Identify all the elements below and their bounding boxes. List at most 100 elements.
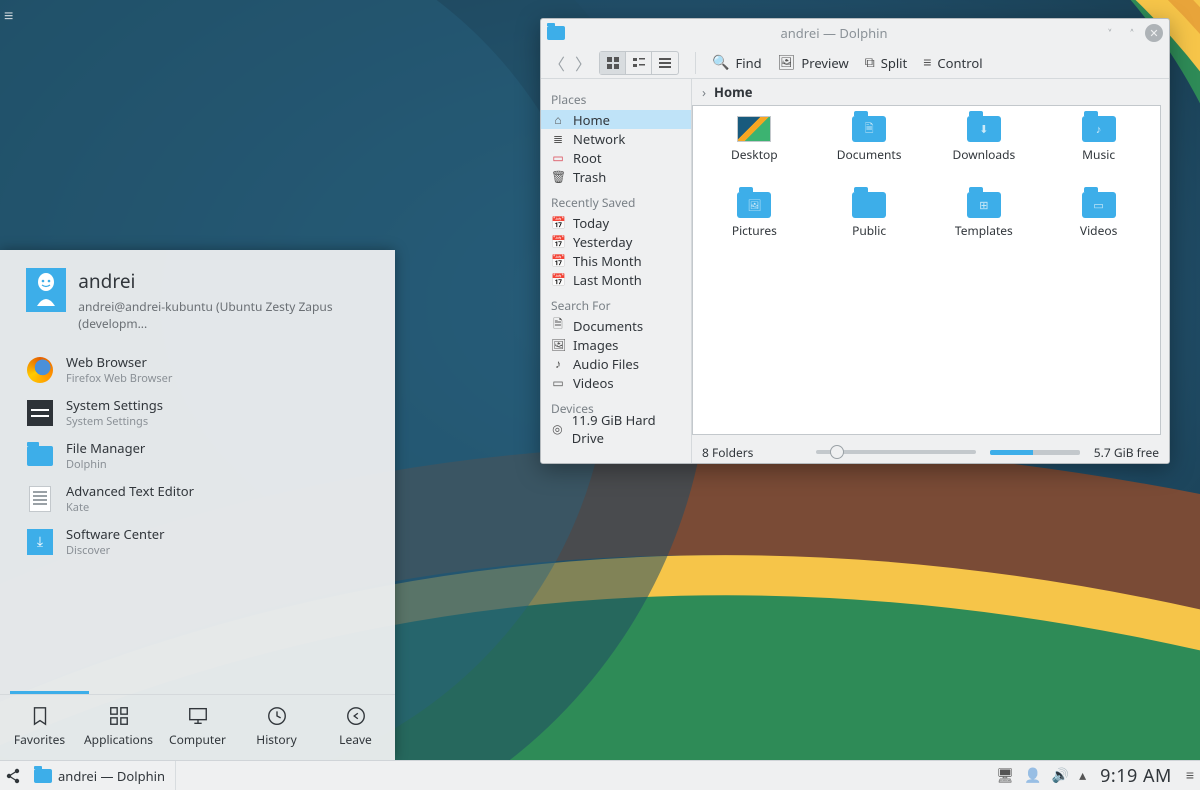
- recent-yesterday[interactable]: 📅Yesterday: [541, 232, 691, 251]
- folder-pictures[interactable]: 🖼Pictures: [697, 192, 812, 264]
- recent-label: Today: [573, 214, 609, 232]
- launcher-tab-label: Computer: [169, 731, 226, 748]
- search-icon: 🔍: [712, 53, 729, 72]
- folder-icon: 🖼: [737, 192, 771, 218]
- folder-templates[interactable]: ⊞Templates: [927, 192, 1042, 264]
- launcher-tab-leave[interactable]: Leave: [316, 695, 395, 760]
- folder-label: Music: [1082, 146, 1115, 163]
- taskbar-entry-dolphin[interactable]: andrei — Dolphin: [28, 761, 176, 790]
- breadcrumb[interactable]: › Home: [692, 79, 1169, 105]
- kate-icon: [26, 485, 54, 513]
- place-icon: ⌂: [551, 111, 565, 128]
- folder-downloads[interactable]: ⬇ Downloads: [927, 116, 1042, 188]
- view-details-button[interactable]: [652, 52, 678, 74]
- taskbar-clock[interactable]: 9:19 AM: [1092, 764, 1180, 788]
- recent-this-month[interactable]: 📅 This Month: [541, 251, 691, 270]
- user-hostinfo: andrei@andrei-kubuntu (Ubuntu Zesty Zapu…: [78, 298, 377, 332]
- tray-display-icon[interactable]: 🖥: [996, 766, 1014, 785]
- favorite-folder[interactable]: File ManagerDolphin: [12, 434, 383, 477]
- file-icon-view[interactable]: Desktop🗎Documents ⬇ Downloads ♪ Music 🖼Pictur…: [692, 105, 1161, 435]
- window-maximize-button[interactable]: ˄: [1123, 24, 1141, 42]
- taskbar-menu-icon[interactable]: ≡: [1180, 766, 1200, 785]
- nav-back-button[interactable]: 〈: [549, 51, 565, 75]
- tray-volume-icon[interactable]: 🔊: [1052, 766, 1069, 785]
- control-button[interactable]: ≡Control: [915, 51, 990, 75]
- recent-label: This Month: [573, 252, 642, 270]
- favorite-title: Web Browser: [66, 353, 172, 371]
- recent-icon: 📅: [551, 252, 565, 269]
- tray-user-icon[interactable]: 👤: [1024, 766, 1041, 785]
- favorite-title: System Settings: [66, 396, 163, 414]
- window-minimize-button[interactable]: ˅: [1101, 24, 1119, 42]
- device-icon: ◎: [551, 420, 564, 437]
- favorite-subtitle: Kate: [66, 500, 194, 515]
- desktop-menu-icon[interactable]: ≡: [4, 4, 13, 26]
- view-icons-button[interactable]: [600, 52, 626, 74]
- launcher-tab-history[interactable]: History: [237, 695, 316, 760]
- window-title: andrei — Dolphin: [571, 24, 1097, 42]
- search-videos[interactable]: ▭Videos: [541, 373, 691, 392]
- folder-icon: 🗎: [852, 116, 886, 142]
- launcher-tab-label: History: [256, 731, 296, 748]
- preview-icon: 🖼: [778, 53, 796, 72]
- desktop-thumbnail-icon: [737, 116, 771, 142]
- split-icon: ⧉: [865, 53, 875, 72]
- folder-icon: [26, 442, 54, 470]
- favorite-discover[interactable]: ⤓Software CenterDiscover: [12, 520, 383, 563]
- folder-icon: ⊞: [967, 192, 1001, 218]
- folder-icon: ⬇: [967, 116, 1001, 142]
- search-images[interactable]: 🖼 Images: [541, 335, 691, 354]
- view-compact-button[interactable]: [626, 52, 652, 74]
- split-button[interactable]: ⧉Split: [857, 51, 916, 75]
- application-launcher: andrei andrei@andrei-kubuntu (Ubuntu Zes…: [0, 250, 395, 760]
- kickoff-launcher-button[interactable]: [0, 761, 28, 790]
- zoom-slider[interactable]: [816, 450, 976, 454]
- recent-last-month[interactable]: 📅Last Month: [541, 270, 691, 289]
- launcher-tab-applications[interactable]: Applications: [79, 695, 158, 760]
- recent-label: Last Month: [573, 271, 642, 289]
- launcher-tab-favorites[interactable]: Favorites: [0, 695, 79, 760]
- user-name: andrei: [78, 268, 377, 294]
- folder-icon: ▭: [1082, 192, 1116, 218]
- search-icon: 🗎: [551, 315, 565, 336]
- device-label: 11.9 GiB Hard Drive: [572, 411, 681, 447]
- device-11.9-gib-hard-drive[interactable]: ◎11.9 GiB Hard Drive: [541, 419, 691, 438]
- preview-button[interactable]: 🖼Preview: [770, 51, 857, 75]
- favorite-title: Advanced Text Editor: [66, 482, 194, 500]
- place-root[interactable]: ▭Root: [541, 148, 691, 167]
- recent-today[interactable]: 📅Today: [541, 213, 691, 232]
- favorite-kate[interactable]: Advanced Text EditorKate: [12, 477, 383, 520]
- place-network[interactable]: ≣Network: [541, 129, 691, 148]
- search-label: Videos: [573, 374, 614, 392]
- search-label: Images: [573, 336, 618, 354]
- window-close-button[interactable]: ✕: [1145, 24, 1163, 42]
- nav-forward-button[interactable]: 〉: [575, 51, 591, 75]
- place-label: Network: [573, 130, 625, 148]
- find-button[interactable]: 🔍Find: [704, 51, 770, 75]
- tray-expand-icon[interactable]: ▴: [1079, 766, 1086, 785]
- place-trash[interactable]: 🗑Trash: [541, 167, 691, 186]
- search-icon: 🖼: [551, 336, 565, 353]
- search-audio-files[interactable]: ♪Audio Files: [541, 354, 691, 373]
- favorite-firefox[interactable]: Web BrowserFirefox Web Browser: [12, 348, 383, 391]
- folder-documents[interactable]: 🗎Documents: [812, 116, 927, 188]
- dolphin-sidebar: Places ⌂Home≣Network▭Root🗑Trash Recently…: [541, 79, 691, 463]
- folder-public[interactable]: Public: [812, 192, 927, 264]
- folder-videos[interactable]: ▭Videos: [1041, 192, 1156, 264]
- folder-icon: [34, 769, 52, 783]
- launcher-tab-computer[interactable]: Computer: [158, 695, 237, 760]
- place-icon: ▭: [551, 149, 565, 166]
- favorite-subtitle: Firefox Web Browser: [66, 371, 172, 386]
- place-home[interactable]: ⌂Home: [541, 110, 691, 129]
- folder-label: Downloads: [952, 146, 1015, 163]
- folder-music[interactable]: ♪ Music: [1041, 116, 1156, 188]
- launcher-tab-label: Favorites: [14, 731, 65, 748]
- folder-icon: ♪: [1082, 116, 1116, 142]
- search-documents[interactable]: 🗎Documents: [541, 316, 691, 335]
- favorite-settings[interactable]: System SettingsSystem Settings: [12, 391, 383, 434]
- folder-label: Public: [852, 222, 886, 239]
- launcher-tab-label: Applications: [84, 731, 153, 748]
- folder-desktop[interactable]: Desktop: [697, 116, 812, 188]
- favorite-subtitle: Dolphin: [66, 457, 145, 472]
- window-titlebar[interactable]: andrei — Dolphin ˅ ˄ ✕: [541, 19, 1169, 47]
